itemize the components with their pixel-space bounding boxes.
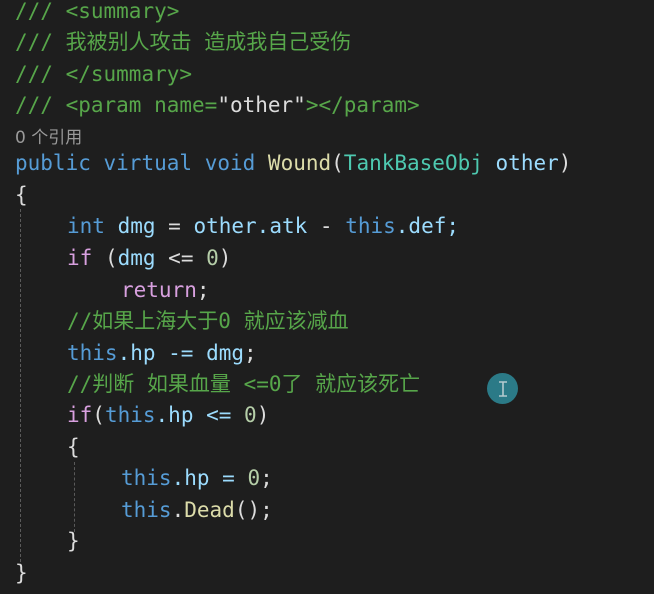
keyword-if: if [67, 246, 93, 270]
if-close-brace[interactable]: } [67, 526, 80, 557]
keyword-public: public [15, 151, 91, 175]
param-name: other [495, 151, 559, 175]
keyword-this: this [104, 403, 156, 427]
doc-comment-slashes: /// [15, 30, 53, 54]
comment-reduce-hp[interactable]: //如果上海大于0 就应该减血 [67, 306, 349, 337]
assign-operator: = [155, 214, 194, 238]
statement-dead-call[interactable]: this.Dead(); [121, 495, 273, 526]
condition-open: ( [92, 403, 105, 427]
semicolon: ; [260, 466, 273, 490]
comment-text: //判断 如果血量 <=0了 就应该死亡 [67, 372, 421, 396]
number-literal: 0 [247, 466, 261, 490]
statement-hp-subtract[interactable]: this.hp -= dmg; [67, 338, 257, 369]
if-open-brace[interactable]: { [67, 432, 80, 463]
doc-comment-text: 我被别人攻击 造成我自己受伤 [52, 30, 352, 54]
doc-comment-summary-close[interactable]: /// </summary> [15, 59, 192, 90]
text-cursor-icon [487, 373, 518, 404]
method-open-brace[interactable]: { [15, 180, 28, 211]
param-type: TankBaseObj [343, 151, 483, 175]
doc-comment-description[interactable]: /// 我被别人攻击 造成我自己受伤 [15, 27, 351, 58]
minus-operator: - [307, 214, 346, 238]
condition-open: ( [92, 246, 118, 270]
doc-comment-slashes: /// [15, 62, 53, 86]
codelens-references-label: 0 个引用 [15, 128, 83, 148]
keyword-this: this [67, 341, 118, 365]
doc-comment-text: <summary> [52, 0, 180, 23]
member-access: . [171, 498, 185, 522]
statement-dmg-declaration[interactable]: int dmg = other.atk - this.def; [67, 211, 459, 242]
param-tag-open: <param [52, 93, 155, 117]
doc-comment-slashes: /// [15, 93, 53, 117]
keyword-this: this [121, 498, 172, 522]
brace: { [67, 435, 80, 459]
statement-hp-zero[interactable]: this.hp = 0; [121, 463, 273, 494]
condition-close: ) [218, 246, 232, 270]
comment-check-death[interactable]: //判断 如果血量 <=0了 就应该死亡 [67, 369, 420, 400]
keyword-int: int [67, 214, 105, 238]
condition-close: ) [256, 403, 270, 427]
brace: } [67, 529, 80, 553]
doc-comment-summary-open[interactable]: /// <summary> [15, 0, 179, 27]
close-paren: ) [558, 151, 572, 175]
param-attr-name: name [154, 93, 205, 117]
keyword-void: void [204, 151, 256, 175]
member-hp-compare: .hp <= [155, 403, 245, 427]
keyword-this: this [121, 466, 172, 490]
semicolon: ; [196, 278, 210, 302]
variable-dmg: dmg [206, 341, 245, 365]
statement-if-dmg[interactable]: if (dmg <= 0) [67, 243, 231, 274]
doc-comment-param[interactable]: /// <param name="other"></param> [15, 90, 420, 121]
code-editor[interactable]: /// <summary> /// 我被别人攻击 造成我自己受伤 /// </s… [0, 0, 654, 594]
variable-dmg: dmg [117, 214, 156, 238]
statement-if-hp[interactable]: if(this.hp <= 0) [67, 400, 269, 431]
param-attr-equals: = [204, 93, 218, 117]
method-name: Wound [267, 151, 332, 175]
doc-comment-text: </summary> [52, 62, 193, 86]
member-hp-assign: .hp = [171, 466, 248, 490]
expression-other-atk: other.atk [193, 214, 308, 238]
indent-guide-inner [74, 462, 75, 532]
method-close-brace[interactable]: } [15, 558, 28, 589]
keyword-virtual: virtual [103, 151, 193, 175]
method-signature[interactable]: public virtual void Wound(TankBaseObj ot… [15, 148, 571, 179]
open-paren: ( [331, 151, 344, 175]
variable-dmg: dmg [117, 246, 156, 270]
keyword-return: return [121, 278, 197, 302]
indent-guide-outer [20, 209, 21, 567]
doc-comment-slashes: /// [15, 0, 53, 23]
method-dead: Dead [184, 498, 235, 522]
keyword-if: if [67, 403, 93, 427]
brace: } [15, 561, 28, 585]
number-literal: 0 [206, 246, 219, 270]
number-literal: 0 [244, 403, 257, 427]
semicolon: ; [244, 341, 257, 365]
keyword-this: this [345, 214, 396, 238]
param-attr-value: "other" [217, 93, 306, 117]
brace: { [15, 183, 28, 207]
param-tag-close: ></param> [305, 93, 420, 117]
statement-return[interactable]: return; [121, 275, 210, 306]
condition-operator: <= [155, 246, 207, 270]
member-def: .def; [395, 214, 459, 238]
call-parens: (); [234, 498, 273, 522]
comment-text: //如果上海大于0 就应该减血 [67, 309, 349, 333]
member-hp-subtract: .hp -= [117, 341, 207, 365]
